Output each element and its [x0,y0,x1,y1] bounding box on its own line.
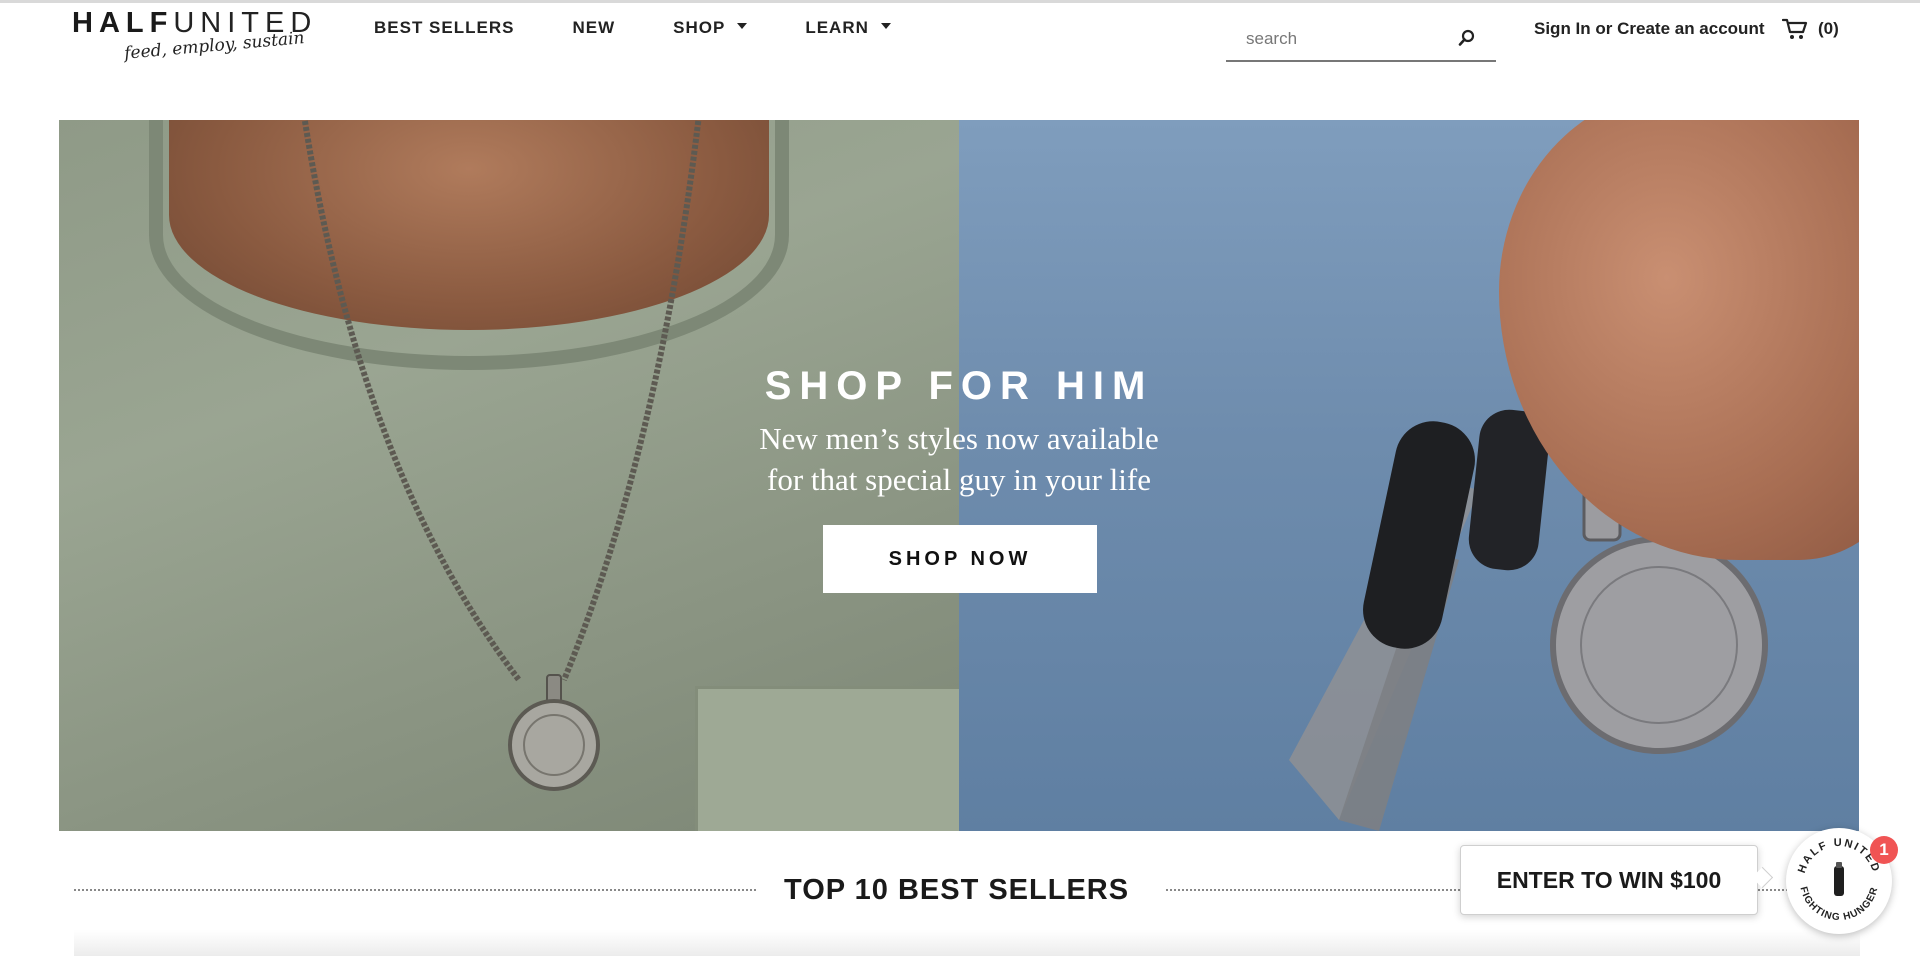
search-icon[interactable] [1458,29,1476,47]
search-bar [1226,20,1496,62]
hero-subtitle-line: for that special guy in your life [767,462,1151,497]
top-border [0,0,1920,3]
chevron-down-icon [737,23,748,29]
cart-button[interactable]: (0) [1782,17,1839,41]
shop-now-button[interactable]: SHOP NOW [823,525,1097,593]
notification-badge: 1 [1870,836,1898,864]
main-nav: BEST SELLERS NEW SHOP LEARN [374,16,949,40]
cart-icon [1782,18,1808,39]
nav-item-new[interactable]: NEW [572,18,615,38]
nav-item-label: SHOP [673,18,726,37]
nav-item-label: LEARN [805,18,869,37]
sign-in-link[interactable]: Sign In or Create an account [1534,19,1765,39]
nav-item-shop[interactable]: SHOP [673,18,748,38]
chevron-down-icon [880,23,891,29]
divider [74,889,756,891]
search-input[interactable] [1244,26,1448,52]
nav-item-label: NEW [572,18,616,37]
logo-word-half: HALF [72,7,174,39]
nav-item-best-sellers[interactable]: BEST SELLERS [374,18,514,38]
nav-item-label: BEST SELLERS [374,18,515,37]
hero-subtitle-line: New men’s styles now available [759,421,1159,456]
cart-count: (0) [1818,19,1839,38]
brand-logo[interactable]: HALFUNITED feed, employ, sustain [72,6,352,72]
hero-banner[interactable]: SHOP FOR HIM New men’s styles now availa… [59,120,1859,831]
section-title: TOP 10 BEST SELLERS [784,874,1130,906]
enter-to-win-popup[interactable]: ENTER TO WIN $100 [1460,845,1758,915]
nav-item-learn[interactable]: LEARN [805,18,891,38]
product-grid-edge [74,930,1860,956]
hero-subtitle: New men’s styles now available for that … [59,418,1859,500]
hero-title: SHOP FOR HIM [764,364,1154,408]
hero-copy: SHOP FOR HIM New men’s styles now availa… [59,120,1859,831]
